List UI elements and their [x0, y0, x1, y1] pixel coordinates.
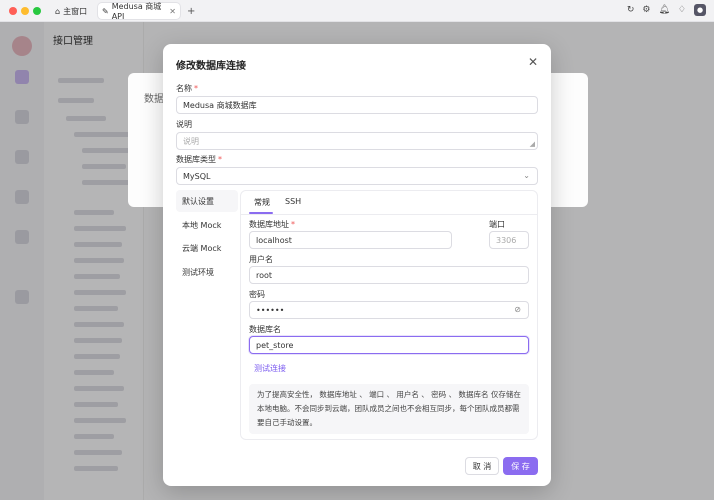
project-icon: ✎ [102, 6, 109, 16]
chevron-down-icon: ⌄ [523, 171, 530, 180]
home-icon: ⌂ [55, 6, 61, 16]
password-label: 密码 [249, 290, 265, 299]
titlebar-actions: ↻ ⚙ 🔔︎ ♢ ● [627, 4, 706, 16]
save-button[interactable]: 保 存 [503, 457, 538, 475]
close-window-button[interactable] [9, 7, 17, 15]
name-label: 名称 * [176, 84, 198, 93]
tab-divider [241, 214, 537, 215]
tab-label: 主窗口 [63, 6, 88, 16]
username-label: 用户名 [249, 255, 273, 264]
env-item-default[interactable]: 默认设置 [176, 190, 238, 212]
add-tab-button[interactable]: + [187, 3, 195, 19]
minimize-window-button[interactable] [21, 7, 29, 15]
password-input[interactable]: •••••• ⊘ [249, 301, 529, 319]
refresh-icon[interactable]: ↻ [627, 5, 635, 15]
security-note: 为了提高安全性， 数据库地址 、 端口 、 用户名 、 密码 、 数据库名 仅存… [249, 384, 529, 434]
close-icon[interactable]: ✕ [528, 55, 538, 69]
gear-icon[interactable]: ⚙ [642, 5, 650, 15]
host-label: 数据库地址 * [249, 220, 295, 229]
bell-icon[interactable]: 🔔︎ [658, 5, 669, 15]
env-item-cloud-mock[interactable]: 云端 Mock [176, 237, 238, 259]
resize-handle-icon[interactable]: ◢ [530, 140, 535, 148]
close-icon[interactable]: ✕ [169, 7, 176, 16]
db-type-label: 数据库类型 * [176, 155, 222, 164]
username-input[interactable]: root [249, 266, 529, 284]
host-input[interactable]: localhost [249, 231, 452, 249]
port-input[interactable]: 3306 [489, 231, 529, 249]
shirt-icon[interactable]: ♢ [678, 5, 686, 15]
edit-db-connection-dialog: 修改数据库连接 ✕ 名称 * Medusa 商城数据库 说明 说明 ◢ 数据库类型… [163, 44, 551, 486]
eye-off-icon[interactable]: ⊘ [514, 305, 521, 314]
env-item-test[interactable]: 测试环境 [176, 261, 238, 283]
db-type-select[interactable]: MySQL ⌄ [176, 167, 538, 185]
tab-project[interactable]: ✎ Medusa 商城 API ✕ [98, 2, 180, 21]
tab-main-window[interactable]: ⌂ 主窗口 [55, 3, 87, 19]
avatar[interactable]: ● [694, 4, 706, 16]
tab-label: Medusa 商城 API [111, 2, 162, 21]
db-name-input[interactable]: pet_store [249, 336, 529, 354]
cancel-button[interactable]: 取 消 [465, 457, 499, 475]
window-titlebar: ⌂ 主窗口 ✎ Medusa 商城 API ✕ + ↻ ⚙ 🔔︎ ♢ ● [0, 0, 714, 22]
dialog-title: 修改数据库连接 [176, 61, 246, 72]
name-input[interactable]: Medusa 商城数据库 [176, 96, 538, 114]
environment-list: 默认设置 本地 Mock 云端 Mock 测试环境 [176, 190, 238, 440]
tab-general[interactable]: 常规 [254, 197, 270, 208]
description-textarea[interactable]: 说明 ◢ [176, 132, 538, 150]
tab-ssh[interactable]: SSH [285, 197, 301, 206]
test-connection-link[interactable]: 测试连接 [254, 363, 286, 374]
environment-settings-panel: 常规 SSH 数据库地址 * localhost 端口 3306 用户名 root… [240, 190, 538, 440]
maximize-window-button[interactable] [33, 7, 41, 15]
description-label: 说明 [176, 120, 192, 129]
port-label: 端口 [489, 220, 505, 229]
env-item-local-mock[interactable]: 本地 Mock [176, 214, 238, 236]
db-name-label: 数据库名 [249, 325, 281, 334]
